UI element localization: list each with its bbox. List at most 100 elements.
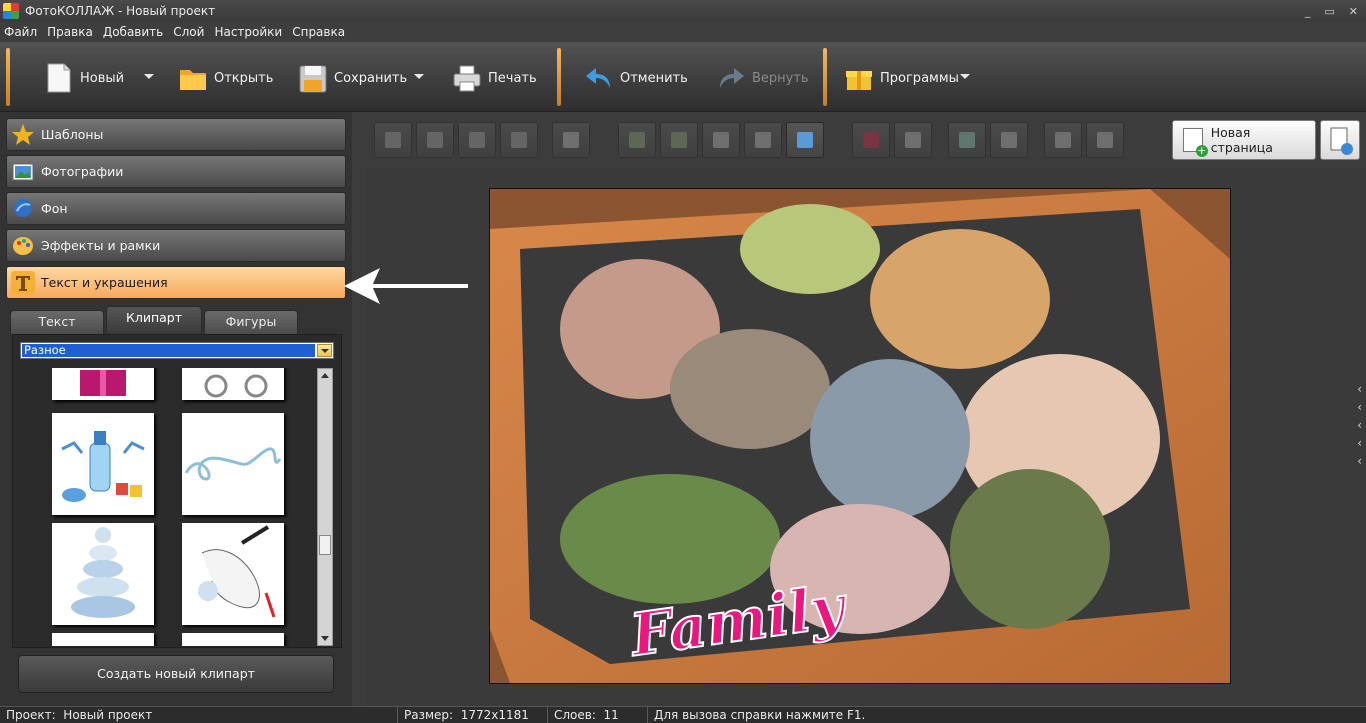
redo-button[interactable]: Вернуть <box>716 56 809 100</box>
chevron-left-icon[interactable]: ‹ <box>1357 418 1362 432</box>
new-page-button[interactable]: Новая страница <box>1172 120 1316 160</box>
collage-artwork: Family <box>490 189 1230 683</box>
align-button[interactable] <box>552 122 590 158</box>
magic-wand-icon <box>1001 132 1017 148</box>
new-document-icon <box>47 63 71 93</box>
chevron-left-icon[interactable]: ‹ <box>1357 400 1362 414</box>
sidebar-item-effects[interactable]: Эффекты и рамки <box>6 229 346 262</box>
tab-clipart[interactable]: Клипарт <box>106 306 202 334</box>
menu-layer[interactable]: Слой <box>173 25 204 39</box>
rotate-right-button[interactable] <box>660 122 698 158</box>
category-select[interactable]: Разное <box>20 342 334 359</box>
page-settings-button[interactable] <box>1320 120 1360 160</box>
lock-button[interactable] <box>1086 122 1124 158</box>
chevron-down-icon[interactable] <box>317 344 332 357</box>
gift-box-icon <box>846 71 872 90</box>
programs-button-label: Программы <box>880 70 959 86</box>
menu-edit[interactable]: Правка <box>47 25 93 39</box>
new-dropdown-arrow[interactable] <box>144 74 154 79</box>
layout-button[interactable] <box>786 122 824 158</box>
sidebar-item-background[interactable]: Фон <box>6 192 346 225</box>
properties-button[interactable] <box>1044 122 1082 158</box>
crop-button[interactable] <box>894 122 932 158</box>
menu-file[interactable]: Файл <box>4 25 37 39</box>
chevron-left-icon[interactable]: ‹ <box>1357 436 1362 450</box>
chevron-left-icon[interactable]: ‹ <box>1357 454 1362 468</box>
baby-bottle-clipart-icon <box>61 431 145 502</box>
layers-icon <box>427 132 443 148</box>
menu-help[interactable]: Справка <box>292 25 345 39</box>
minimize-button[interactable]: _ <box>1305 5 1311 18</box>
close-button[interactable]: ✕ <box>1349 5 1358 18</box>
status-size: Размер: 1772x1181 <box>398 707 548 723</box>
programs-dropdown-arrow[interactable] <box>960 74 970 79</box>
effects-button[interactable] <box>990 122 1028 158</box>
flip-horizontal-button[interactable] <box>702 122 740 158</box>
status-layers-label: Слоев: <box>554 708 596 722</box>
clipart-panel: Разное <box>12 334 342 648</box>
rotate-left-button[interactable] <box>618 122 656 158</box>
editor-area: Новая страница <box>366 112 1366 706</box>
sidebar-item-label: Фотографии <box>41 164 124 179</box>
clipart-grid <box>20 368 314 646</box>
color-palette-icon <box>959 132 975 148</box>
flip-vertical-button[interactable] <box>744 122 782 158</box>
sidebar-item-photos[interactable]: Фотографии <box>6 155 346 188</box>
clipart-item-baby-set[interactable] <box>52 413 154 515</box>
scrollbar-thumb[interactable] <box>319 535 331 555</box>
save-button[interactable]: Сохранить <box>298 56 407 100</box>
clipart-item-stroller[interactable] <box>182 368 284 400</box>
color-button[interactable] <box>948 122 986 158</box>
clipart-tabs: Текст Клипарт Фигуры <box>10 306 340 334</box>
menu-add[interactable]: Добавить <box>103 25 163 39</box>
clipart-scrollbar[interactable] <box>317 368 333 646</box>
menu-settings[interactable]: Настройки <box>214 25 282 39</box>
sidebar-item-label: Эффекты и рамки <box>41 238 161 253</box>
scroll-down-icon[interactable] <box>321 636 329 641</box>
new-button[interactable]: Новый <box>44 56 124 100</box>
crop-icon <box>905 132 921 148</box>
create-clipart-button[interactable]: Создать новый клипарт <box>18 655 334 693</box>
send-to-back-button[interactable] <box>500 122 538 158</box>
clipart-item-gift[interactable] <box>52 368 154 400</box>
layout-icon <box>797 132 813 148</box>
clipart-item-hanger[interactable] <box>52 633 154 646</box>
sidebar-item-label: Текст и украшения <box>41 275 168 290</box>
send-backward-button[interactable] <box>458 122 496 158</box>
open-button[interactable]: Открыть <box>178 56 273 100</box>
clipart-item-stork[interactable] <box>182 523 284 625</box>
save-dropdown-arrow[interactable] <box>414 74 424 79</box>
side-panel-toggles[interactable]: ‹ ‹ ‹ ‹ ‹ <box>1357 382 1362 468</box>
clipart-item-ribbon[interactable] <box>182 413 284 515</box>
status-bar: Проект: Новый проект Размер: 1772x1181 С… <box>0 706 1366 723</box>
new-button-label: Новый <box>80 70 125 86</box>
rotate-left-icon <box>629 132 645 148</box>
undo-button[interactable]: Отменить <box>584 56 688 100</box>
programs-button[interactable]: Программы <box>844 56 959 100</box>
scroll-up-icon[interactable] <box>321 373 329 378</box>
tab-text[interactable]: Текст <box>10 310 104 334</box>
collage-canvas[interactable]: Family <box>489 188 1231 684</box>
lock-icon <box>1097 132 1113 148</box>
ring-pyramid-clipart-icon <box>71 527 135 618</box>
layers-icon <box>511 132 527 148</box>
status-project-label: Проект: <box>6 708 56 722</box>
sidebar-item-templates[interactable]: Шаблоны <box>6 118 346 151</box>
print-button[interactable]: Печать <box>452 56 537 100</box>
sidebar-item-text-decorations[interactable]: Текст и украшения <box>6 266 346 299</box>
palette-icon <box>13 236 33 255</box>
bring-forward-button[interactable] <box>416 122 454 158</box>
window-controls: _ ▭ ✕ <box>1305 5 1358 18</box>
sidebar-item-label: Фон <box>41 201 68 216</box>
maximize-button[interactable]: ▭ <box>1324 5 1334 18</box>
toolbar-separator <box>6 48 10 106</box>
clipart-item-ring-pyramid[interactable] <box>52 523 154 625</box>
title-bar: ФотоКОЛЛАЖ - Новый проект _ ▭ ✕ <box>0 0 1366 22</box>
main-toolbar: Новый Открыть Сохранить Печать Отменить … <box>0 42 1366 112</box>
tab-shapes[interactable]: Фигуры <box>204 310 298 334</box>
delete-button[interactable] <box>852 122 890 158</box>
save-button-label: Сохранить <box>334 70 408 86</box>
chevron-left-icon[interactable]: ‹ <box>1357 382 1362 396</box>
bring-to-front-button[interactable] <box>374 122 412 158</box>
clipart-item-blank[interactable] <box>182 633 284 646</box>
